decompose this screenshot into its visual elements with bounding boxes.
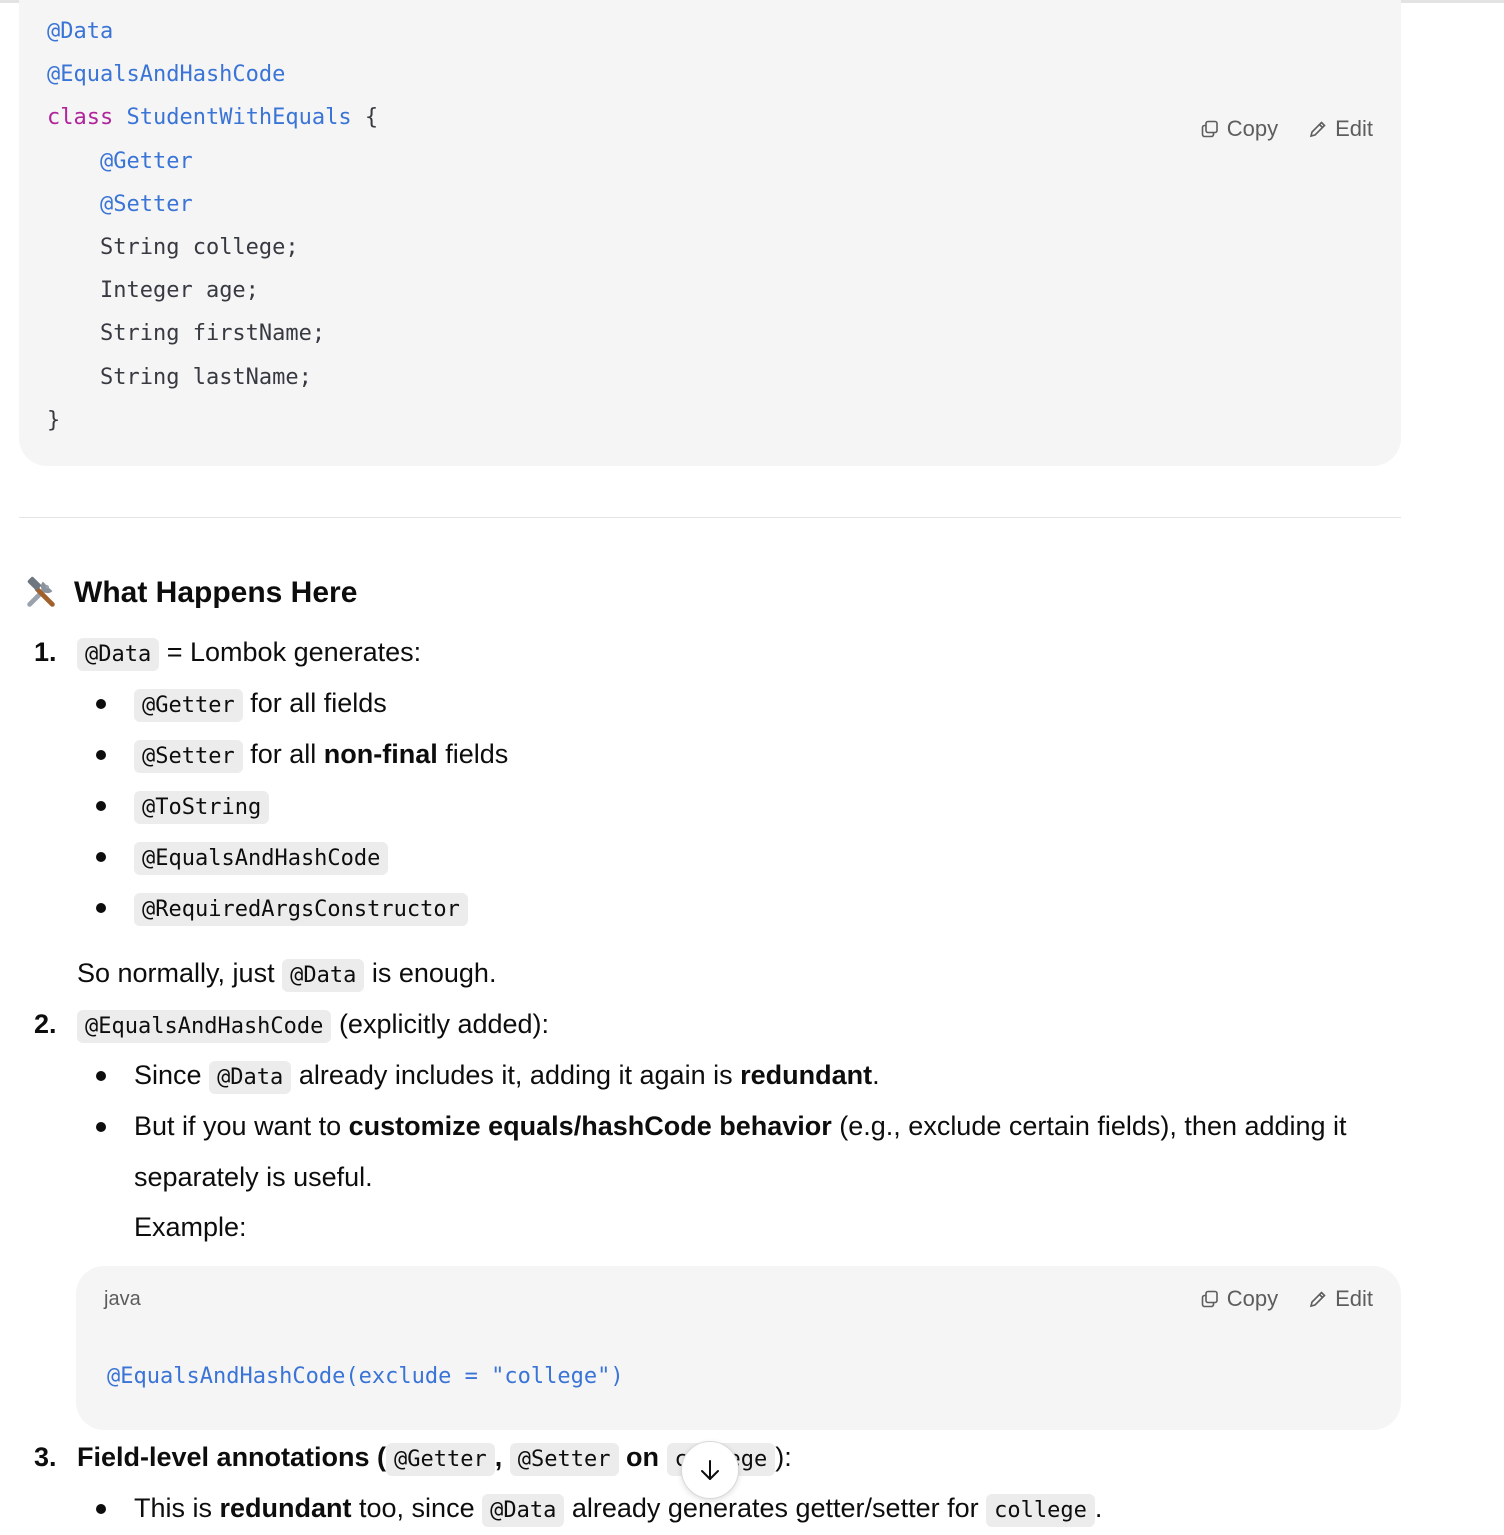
list-item: @Getter for all fields [134,688,387,722]
list-item: @ToString [134,790,270,824]
bold-text: on [626,1442,660,1472]
bold-text: Field-level annotations ( [77,1442,387,1472]
item-text: (e.g., exclude certain fields), then add… [831,1111,1347,1141]
item-text: is enough. [371,958,497,988]
inline-code: @EqualsAndHashCode [77,1010,332,1043]
item-text: already includes it, adding it again is [298,1060,741,1090]
bullet [96,903,106,913]
list-number: 3. [34,1442,57,1472]
item-text: Since [134,1060,202,1090]
bold-text: non-final [323,739,438,769]
list-number: 2. [34,1009,57,1039]
bold-text: redundant [219,1493,352,1523]
item-text: too, since [351,1493,475,1523]
code-block: @Data @EqualsAndHashCode class StudentWi… [19,0,1401,466]
list-item-text: @EqualsAndHashCode (explicitly added): [77,1009,550,1043]
item-text: But if you want to [134,1111,349,1141]
pencil-icon [1309,1291,1326,1308]
inline-code: @Data [77,638,160,671]
copy-button[interactable]: Copy [1200,116,1278,142]
list-item: This is redundant too, since @Data alrea… [134,1493,1103,1527]
code-actions: Copy Edit [1200,1286,1373,1312]
list-item-text: @Data = Lombok generates: [77,637,422,671]
edit-label: Edit [1335,116,1373,141]
bullet [96,852,106,862]
edit-button[interactable]: Edit [1308,116,1373,142]
code-line: @EqualsAndHashCode [47,62,286,88]
bullet [96,750,106,760]
code-block: java Copy Edit @EqualsAndHashCode(exclud… [76,1266,1401,1430]
bullet [96,699,106,709]
bold-text: customize equals/hashCode behavior [348,1111,832,1141]
code-class-name: StudentWithEquals [126,105,352,131]
list-item: But if you want to customize equals/hash… [134,1111,1347,1142]
copy-icon [1201,1290,1218,1308]
item-text: . [872,1060,880,1090]
bold-text: , [494,1442,503,1472]
code-brace: { [351,105,379,131]
list-item: @EqualsAndHashCode [134,841,389,875]
bullet [96,801,106,811]
code-line: String firstName; [99,321,326,347]
inline-code: @Getter [386,1443,495,1476]
list-item-continuation: separately is useful. [134,1162,373,1192]
list-item: Since @Data already includes it, adding … [134,1060,880,1094]
inline-code: @Data [209,1061,292,1094]
note-paragraph: So normally, just @Data is enough. [77,958,497,992]
item-text: . [1094,1493,1103,1523]
copy-label: Copy [1226,116,1279,141]
code-line: String lastName; [99,364,312,390]
code-line: String college; [99,235,299,261]
list-item: @Setter for all non-final fields [134,739,509,773]
inline-code: @Getter [134,689,243,722]
code-line: @Getter [99,148,193,174]
item-text: ): [775,1442,792,1472]
copy-button[interactable]: Copy [1200,1286,1278,1312]
list-number: 1. [34,637,57,667]
inline-code: college [986,1494,1095,1527]
code-content: @EqualsAndHashCode(exclude = "college") [107,1364,624,1389]
list-item: @RequiredArgsConstructor [134,892,468,926]
code-actions: Copy Edit [1200,116,1373,142]
item-text: fields [437,739,509,769]
inline-code: @Data [482,1494,565,1527]
section-heading: What Happens Here [22,574,357,612]
bold-text: redundant [740,1060,873,1090]
code-keyword: class [47,105,127,131]
pencil-icon [1309,121,1326,138]
code-content: @Data @EqualsAndHashCode class StudentWi… [47,10,378,442]
copy-label: Copy [1226,1286,1279,1311]
bullet [96,1122,106,1132]
item-text: for all fields [250,688,387,718]
inline-code: @Data [282,959,365,992]
edit-button[interactable]: Edit [1308,1286,1373,1312]
inline-code: @ToString [134,791,270,824]
inline-code: @Setter [509,1443,619,1476]
inline-code: @RequiredArgsConstructor [134,893,468,926]
item-text: This is [134,1493,220,1523]
bullet [96,1071,106,1081]
example-label: Example: [134,1212,247,1242]
code-line: Integer age; [99,278,259,304]
copy-icon [1201,120,1218,138]
code-line: @Setter [99,191,193,217]
hammer-and-wrench-icon [27,576,55,607]
inline-code: @Setter [134,740,243,773]
inline-code: @EqualsAndHashCode [134,842,389,875]
section-title: What Happens Here [74,576,358,609]
code-line: @Data [47,19,114,44]
edit-label: Edit [1335,1286,1373,1311]
code-line: } [47,407,61,433]
bullet [96,1504,106,1514]
item-text: (explicitly added): [338,1009,550,1039]
section-divider [19,517,1401,518]
arrow-down-icon [701,1460,719,1480]
item-text: already generates getter/setter for [571,1493,979,1523]
scroll-to-bottom-button[interactable] [681,1441,739,1499]
code-language-label: java [104,1288,141,1310]
item-text: So normally, just [77,958,275,988]
item-text: for all [250,739,324,769]
item-text: = Lombok generates: [166,637,422,667]
